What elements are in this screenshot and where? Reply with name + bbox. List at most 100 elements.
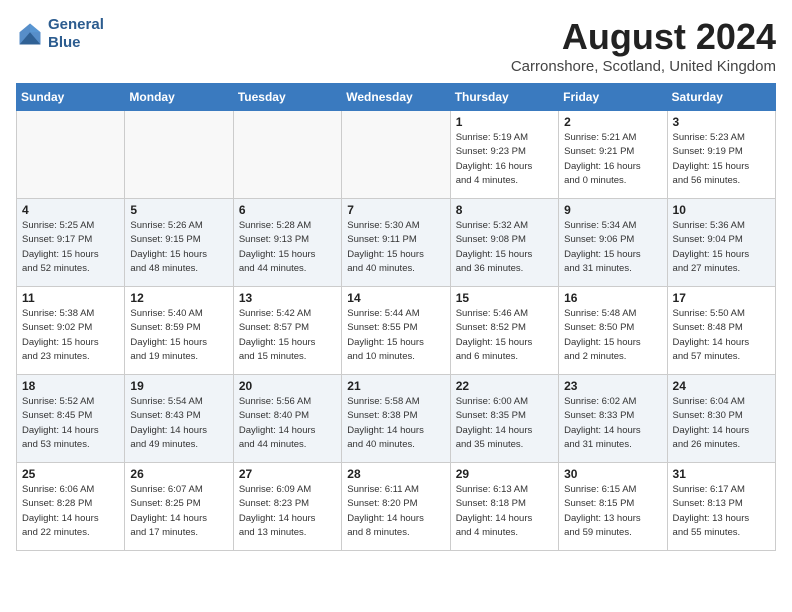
calendar-cell: 28 Sunrise: 6:11 AMSunset: 8:20 PMDayligh… — [342, 463, 450, 551]
day-info: Sunrise: 5:19 AMSunset: 9:23 PMDaylight:… — [456, 131, 553, 188]
calendar-cell: 18Sunrise: 5:52 AMSunset: 8:45 PMDayligh… — [17, 375, 125, 463]
day-number: 30 — [564, 467, 661, 481]
day-info: Sunrise: 5:34 AMSunset: 9:06 PMDaylight:… — [564, 219, 661, 276]
day-info: Sunrise: 5:38 AMSunset: 9:02 PMDaylight:… — [22, 307, 119, 364]
calendar-cell: 2Sunrise: 5:21 AMSunset: 9:21 PMDaylight… — [559, 111, 667, 199]
day-info-line: Daylight: 15 hours — [673, 248, 770, 262]
calendar-cell: 14Sunrise: 5:44 AMSunset: 8:55 PMDayligh… — [342, 287, 450, 375]
day-info-line: Sunset: 9:02 PM — [22, 321, 119, 335]
day-info-line: Daylight: 14 hours — [347, 512, 444, 526]
calendar-cell — [233, 111, 341, 199]
day-info: Sunrise: 6:04 AMSunset: 8:30 PMDaylight:… — [673, 395, 770, 452]
day-number: 28 — [347, 467, 444, 481]
weekday-label: Tuesday — [233, 84, 341, 111]
logo-text: General Blue — [48, 16, 104, 52]
day-info-line: Sunrise: 5:34 AM — [564, 219, 661, 233]
weekday-label: Monday — [125, 84, 233, 111]
calendar-cell: 9Sunrise: 5:34 AMSunset: 9:06 PMDaylight… — [559, 199, 667, 287]
day-number: 7 — [347, 203, 444, 217]
day-info: Sunrise: 6:17 AMSunset: 8:13 PMDaylight:… — [673, 483, 770, 540]
day-number: 1 — [456, 115, 553, 129]
calendar-cell: 13Sunrise: 5:42 AMSunset: 8:57 PMDayligh… — [233, 287, 341, 375]
calendar-cell: 26Sunrise: 6:07 AMSunset: 8:25 PMDayligh… — [125, 463, 233, 551]
day-info-line: Daylight: 14 hours — [22, 424, 119, 438]
day-info: Sunrise: 5:50 AMSunset: 8:48 PMDaylight:… — [673, 307, 770, 364]
day-info-line: and 53 minutes. — [22, 438, 119, 452]
day-info-line: Sunset: 8:45 PM — [22, 409, 119, 423]
day-number: 12 — [130, 291, 227, 305]
day-info-line: and 59 minutes. — [564, 526, 661, 540]
day-info-line: Sunset: 8:33 PM — [564, 409, 661, 423]
calendar-cell: 19Sunrise: 5:54 AMSunset: 8:43 PMDayligh… — [125, 375, 233, 463]
calendar-cell: 6Sunrise: 5:28 AMSunset: 9:13 PMDaylight… — [233, 199, 341, 287]
calendar-cell: 27Sunrise: 6:09 AMSunset: 8:23 PMDayligh… — [233, 463, 341, 551]
calendar-cell: 24Sunrise: 6:04 AMSunset: 8:30 PMDayligh… — [667, 375, 775, 463]
day-info-line: Sunset: 8:18 PM — [456, 497, 553, 511]
day-info: Sunrise: 6:11 AMSunset: 8:20 PMDaylight:… — [347, 483, 444, 540]
calendar-week-row: 11 Sunrise: 5:38 AMSunset: 9:02 PMDayligh… — [17, 287, 776, 375]
calendar-week-row: 25Sunrise: 6:06 AMSunset: 8:28 PMDayligh… — [17, 463, 776, 551]
day-info-line: and 8 minutes. — [347, 526, 444, 540]
day-info-line: and 23 minutes. — [22, 350, 119, 364]
day-number: 16 — [564, 291, 661, 305]
day-info-line: Sunset: 8:38 PM — [347, 409, 444, 423]
day-number: 11 — [22, 291, 119, 305]
day-info: Sunrise: 5:52 AMSunset: 8:45 PMDaylight:… — [22, 395, 119, 452]
day-info-line: Sunrise: 5:28 AM — [239, 219, 336, 233]
day-info-line: and 40 minutes. — [347, 438, 444, 452]
day-info-line: Sunrise: 6:15 AM — [564, 483, 661, 497]
day-info-line: Daylight: 15 hours — [130, 248, 227, 262]
day-info-line: Sunset: 8:28 PM — [22, 497, 119, 511]
day-info-line: Daylight: 15 hours — [239, 336, 336, 350]
day-info-line: and 56 minutes. — [673, 174, 770, 188]
day-number: 27 — [239, 467, 336, 481]
day-info: Sunrise: 5:23 AMSunset: 9:19 PMDaylight:… — [673, 131, 770, 188]
day-info-line: Sunrise: 6:13 AM — [456, 483, 553, 497]
calendar-body: 1 Sunrise: 5:19 AMSunset: 9:23 PMDaylight… — [17, 111, 776, 551]
calendar-cell: 16 Sunrise: 5:48 AMSunset: 8:50 PMDayligh… — [559, 287, 667, 375]
day-info-line: Daylight: 15 hours — [22, 248, 119, 262]
day-info-line: Daylight: 14 hours — [456, 512, 553, 526]
day-info-line: Daylight: 15 hours — [22, 336, 119, 350]
day-info-line: Sunrise: 5:56 AM — [239, 395, 336, 409]
day-info-line: Daylight: 15 hours — [239, 248, 336, 262]
day-info: Sunrise: 6:13 AMSunset: 8:18 PMDaylight:… — [456, 483, 553, 540]
day-info-line: Daylight: 15 hours — [130, 336, 227, 350]
day-info-line: Daylight: 14 hours — [239, 424, 336, 438]
day-info: Sunrise: 6:07 AMSunset: 8:25 PMDaylight:… — [130, 483, 227, 540]
day-info-line: Daylight: 14 hours — [564, 424, 661, 438]
day-info: Sunrise: 5:48 AMSunset: 8:50 PMDaylight:… — [564, 307, 661, 364]
calendar-table: SundayMondayTuesdayWednesdayThursdayFrid… — [16, 83, 776, 551]
day-info-line: Daylight: 13 hours — [673, 512, 770, 526]
day-info-line: and 17 minutes. — [130, 526, 227, 540]
day-info-line: and 15 minutes. — [239, 350, 336, 364]
calendar-cell: 3Sunrise: 5:23 AMSunset: 9:19 PMDaylight… — [667, 111, 775, 199]
day-info-line: Sunset: 8:30 PM — [673, 409, 770, 423]
day-info-line: Daylight: 16 hours — [456, 160, 553, 174]
day-info-line: Daylight: 14 hours — [239, 512, 336, 526]
day-info: Sunrise: 5:30 AMSunset: 9:11 PMDaylight:… — [347, 219, 444, 276]
calendar-cell: 22Sunrise: 6:00 AMSunset: 8:35 PMDayligh… — [450, 375, 558, 463]
calendar-cell: 21Sunrise: 5:58 AMSunset: 8:38 PMDayligh… — [342, 375, 450, 463]
day-number: 15 — [456, 291, 553, 305]
day-info-line: Sunrise: 5:26 AM — [130, 219, 227, 233]
weekday-label: Thursday — [450, 84, 558, 111]
day-info-line: and 36 minutes. — [456, 262, 553, 276]
day-info-line: Sunrise: 5:23 AM — [673, 131, 770, 145]
day-info: Sunrise: 5:36 AMSunset: 9:04 PMDaylight:… — [673, 219, 770, 276]
day-info-line: Sunrise: 5:25 AM — [22, 219, 119, 233]
title-block: August 2024 Carronshore, Scotland, Unite… — [511, 16, 776, 75]
weekday-label: Wednesday — [342, 84, 450, 111]
day-info-line: Sunset: 8:57 PM — [239, 321, 336, 335]
day-info-line: Sunset: 8:20 PM — [347, 497, 444, 511]
day-info-line: Sunset: 8:25 PM — [130, 497, 227, 511]
day-info-line: and 27 minutes. — [673, 262, 770, 276]
day-info-line: Sunrise: 5:44 AM — [347, 307, 444, 321]
day-info-line: Sunrise: 5:30 AM — [347, 219, 444, 233]
day-info-line: Daylight: 15 hours — [456, 248, 553, 262]
weekday-label: Saturday — [667, 84, 775, 111]
weekday-label: Sunday — [17, 84, 125, 111]
day-info-line: Sunrise: 6:04 AM — [673, 395, 770, 409]
day-info-line: Sunset: 9:11 PM — [347, 233, 444, 247]
day-info-line: Sunrise: 6:02 AM — [564, 395, 661, 409]
